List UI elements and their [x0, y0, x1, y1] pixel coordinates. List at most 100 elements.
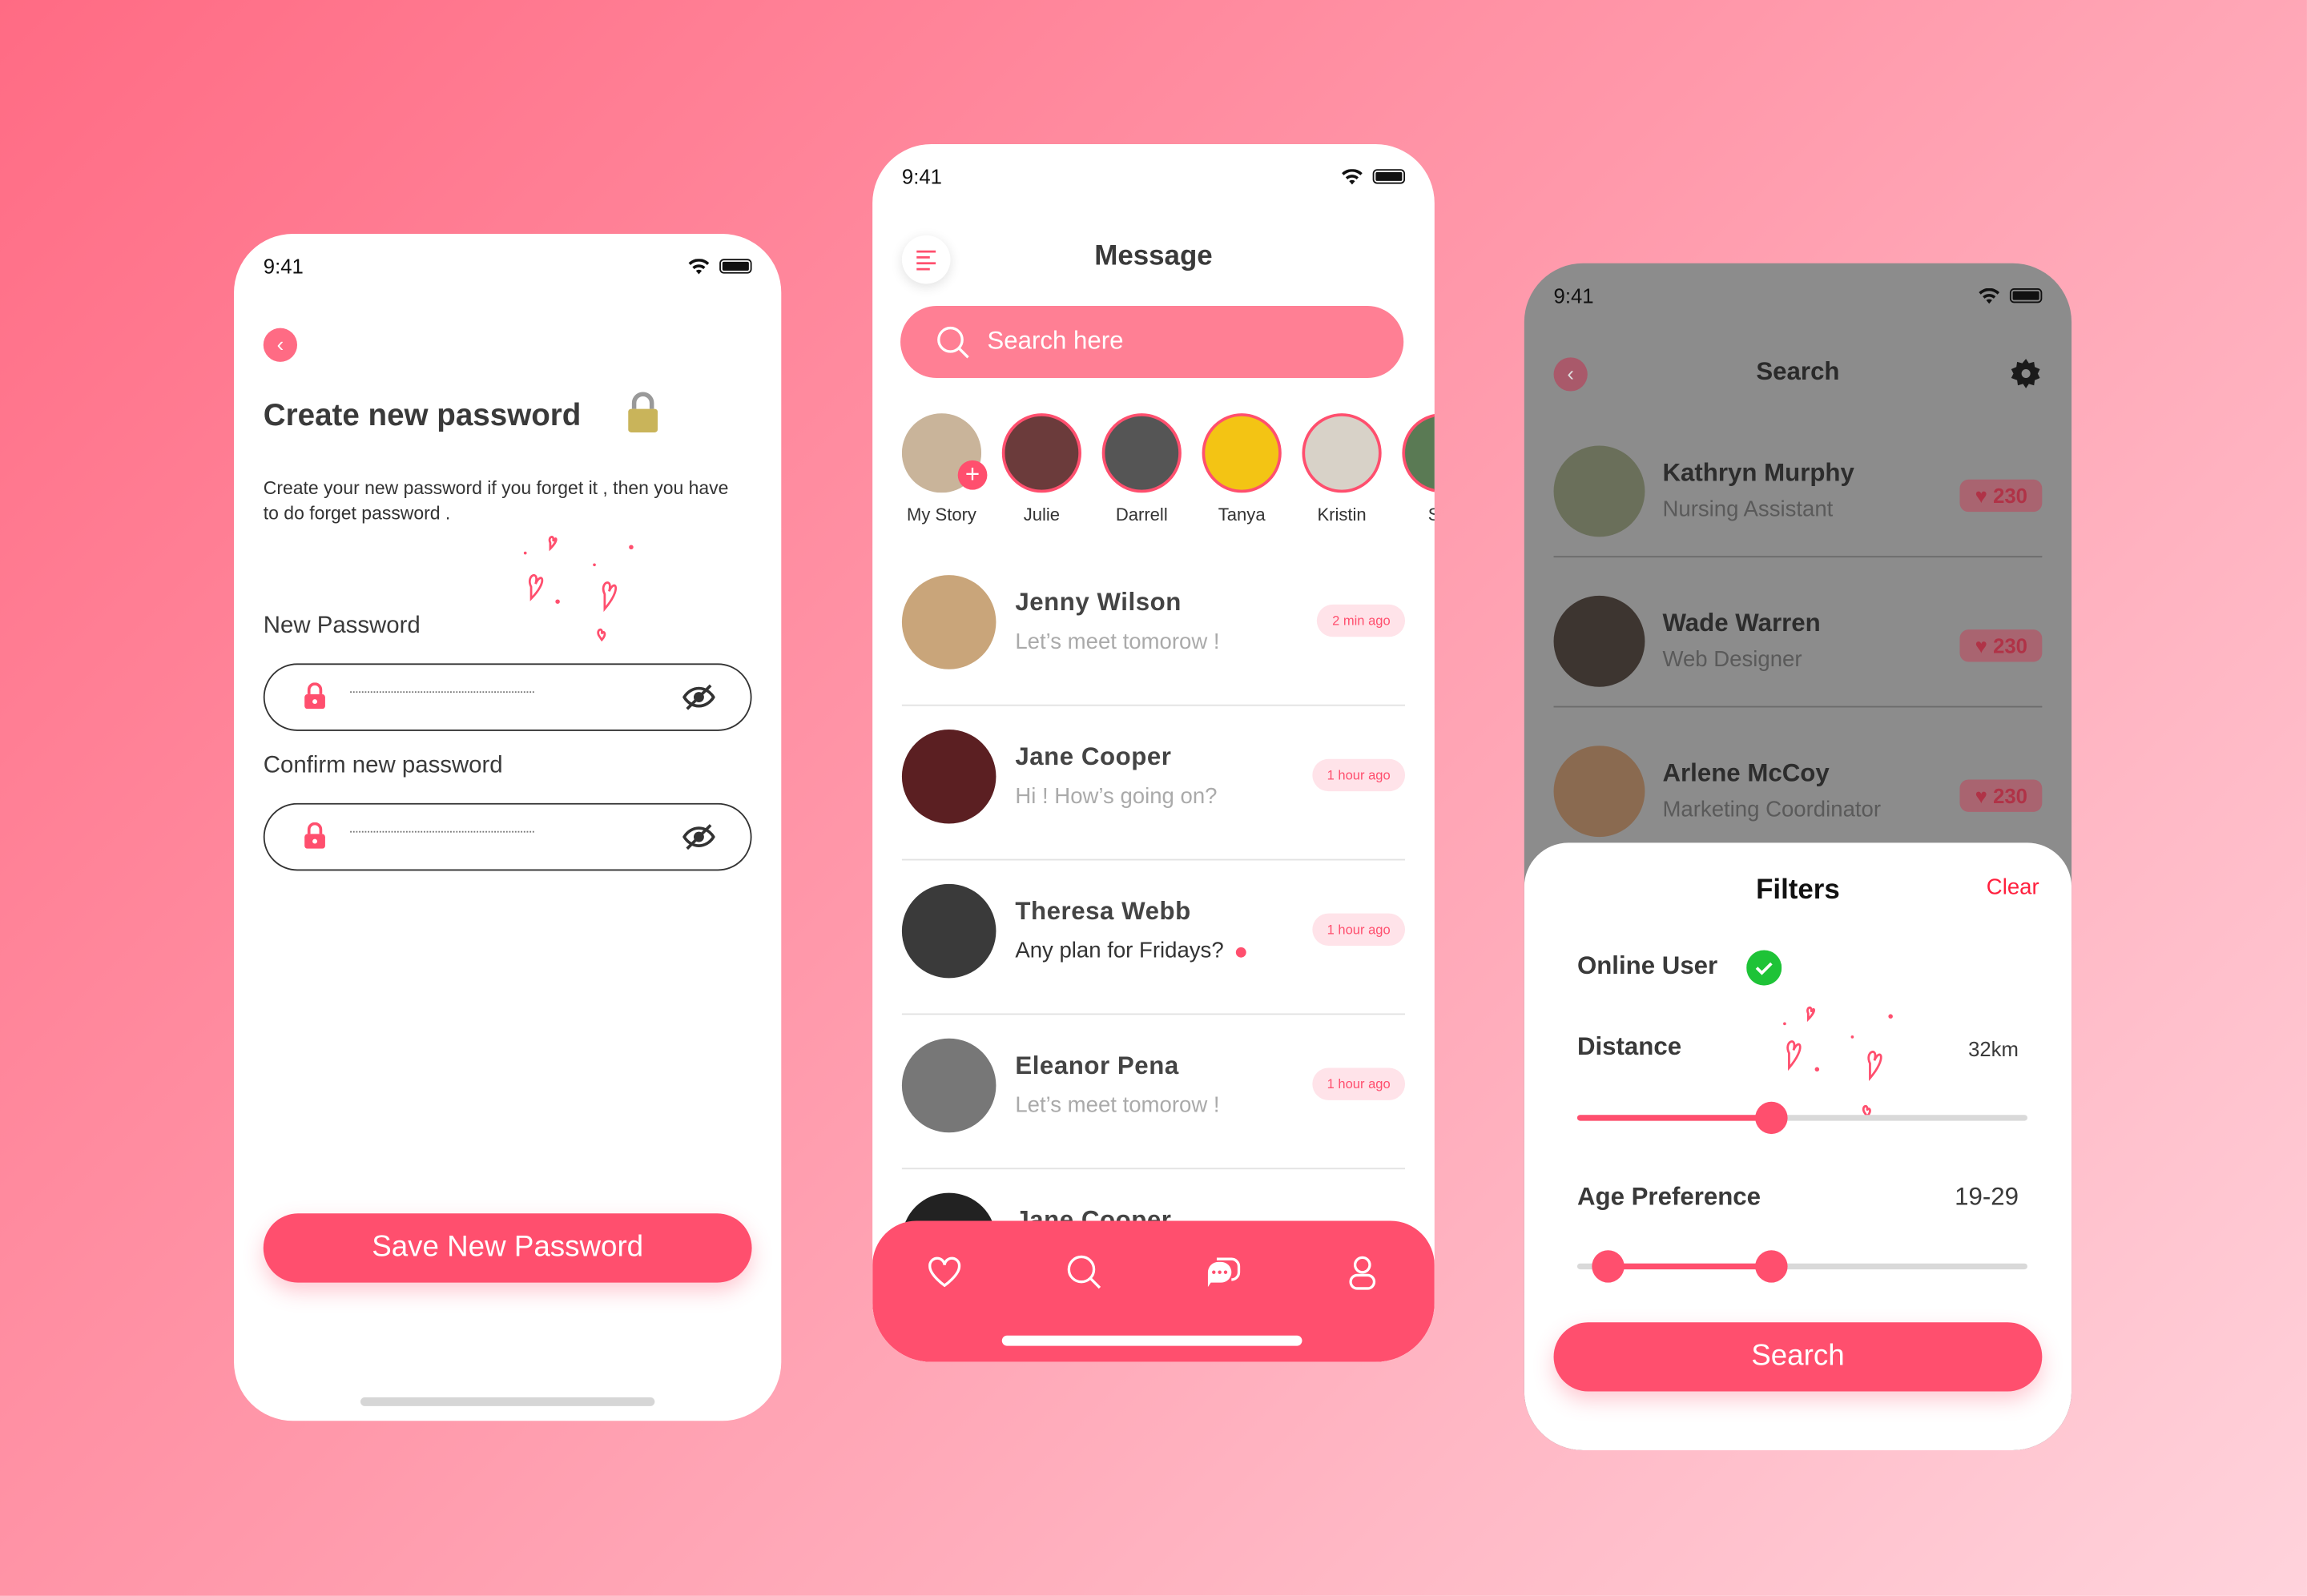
distance-label: Distance [1576, 1032, 1682, 1061]
story-item[interactable]: Julie [999, 413, 1085, 525]
save-new-password-button[interactable]: Save New Password [263, 1213, 752, 1283]
story-avatar [1302, 413, 1382, 493]
message-preview: Let’s meet tomorow ! [1015, 629, 1219, 654]
story-avatar: + [901, 413, 988, 493]
avatar [901, 883, 996, 979]
story-avatar [1202, 413, 1282, 493]
add-story-icon[interactable]: + [957, 460, 988, 490]
person-role: Nursing Assistant [1662, 496, 1834, 523]
battery-icon [2009, 287, 2043, 304]
search-icon[interactable] [1065, 1253, 1104, 1292]
story-item[interactable]: Ser [1399, 413, 1435, 525]
chat-icon[interactable] [1203, 1253, 1242, 1292]
description: Create your new password if you forget i… [263, 477, 729, 524]
time-badge: 2 min ago [1317, 604, 1406, 637]
home-indicator [360, 1397, 655, 1406]
messages-screen: 9:41 Message Search here + My Story Julie D… [872, 143, 1435, 1362]
eye-off-icon[interactable] [682, 682, 715, 712]
heart-icon: ♥ [1975, 484, 1987, 508]
time-badge: 1 hour ago [1312, 913, 1406, 946]
message-text: Let’s meet tomorow ! [1015, 629, 1220, 655]
person-item[interactable]: Kathryn Murphy Nursing Assistant ♥ 230 [1553, 408, 2043, 558]
story-name: Ser [1399, 505, 1435, 525]
search-input[interactable]: Search here [900, 306, 1404, 379]
message-text: Hi ! How’s going on? [1015, 783, 1218, 810]
contact-name: Jenny Wilson [1015, 588, 1182, 617]
story-item[interactable]: Tanya [1199, 413, 1285, 525]
age-slider-fill [1608, 1263, 1771, 1270]
status-time: 9:41 [901, 164, 942, 189]
distance-slider-handle[interactable] [1754, 1101, 1787, 1135]
search-placeholder: Search here [987, 326, 1124, 355]
hearts-decoration-icon [523, 536, 634, 642]
wifi-icon [688, 258, 710, 274]
likes-count: 230 [1993, 633, 2027, 658]
avatar [901, 575, 996, 669]
message-preview: Let’s meet tomorow ! [1015, 1093, 1219, 1118]
message-text: Let’s meet tomorow ! [1015, 1092, 1220, 1118]
likes-count: 230 [1993, 783, 2027, 808]
story-name: Tanya [1218, 504, 1266, 525]
lock-icon [304, 822, 325, 849]
story-avatar [1101, 413, 1182, 493]
story-avatar [1402, 413, 1435, 493]
status-bar: 9:41 [1553, 283, 2043, 308]
message-item[interactable]: Eleanor Pena Let’s meet tomorow ! 1 hour a… [901, 1015, 1406, 1170]
age-slider-min-handle[interactable] [1592, 1250, 1625, 1283]
new-password-field[interactable] [263, 663, 752, 731]
avatar [1553, 595, 1645, 687]
message-item[interactable]: Theresa Webb Any plan for Fridays? 1 hour … [901, 860, 1406, 1015]
person-item[interactable]: Arlene McCoy Marketing Coordinator ♥ 230 [1553, 707, 2043, 858]
message-item[interactable]: Jane Cooper Hi ! How’s going on? 1 hour ag… [901, 706, 1406, 861]
age-preference-label: Age Preference [1576, 1182, 1761, 1211]
time-badge: 1 hour ago [1312, 758, 1406, 792]
clear-button[interactable]: Clear [1987, 875, 2039, 900]
online-user-checkbox[interactable] [1746, 950, 1782, 986]
story-name: Julie [1023, 504, 1061, 525]
wifi-icon [1342, 168, 1363, 184]
padlock-icon [628, 392, 658, 432]
unread-dot [1235, 946, 1246, 957]
person-role: Web Designer [1662, 647, 1802, 673]
battery-icon [1372, 169, 1406, 184]
heart-icon[interactable] [925, 1253, 964, 1292]
age-slider-max-handle[interactable] [1754, 1250, 1787, 1283]
profile-icon[interactable] [1343, 1253, 1382, 1292]
confirm-password-field[interactable] [263, 802, 752, 871]
heart-icon: ♥ [1975, 783, 1987, 808]
distance-slider[interactable] [1576, 1101, 2027, 1135]
home-indicator [1001, 1335, 1302, 1346]
bottom-nav [872, 1220, 1435, 1362]
person-name: Wade Warren [1662, 609, 1821, 637]
password-mask [350, 691, 534, 693]
story-item[interactable]: + My Story [899, 413, 988, 525]
story-name: Darrell [1115, 504, 1168, 525]
message-item[interactable]: Jenny Wilson Let’s meet tomorow ! 2 min ag… [901, 552, 1406, 706]
person-role: Marketing Coordinator [1662, 797, 1882, 822]
person-item[interactable]: Wade Warren Web Designer ♥ 230 [1553, 557, 2043, 708]
search-screen: 9:41 ‹ Search Kathryn Murphy Nursing Assi… [1524, 263, 2072, 1450]
search-button[interactable]: Search [1553, 1322, 2043, 1392]
filters-sheet: Filters Clear Online User Distance 32km … [1524, 842, 2072, 1450]
story-item[interactable]: Darrell [1099, 413, 1185, 525]
status-bar: 9:41 [901, 164, 1406, 189]
confirm-password-label: Confirm new password [263, 753, 503, 778]
status-time: 9:41 [263, 254, 304, 279]
settings-gear-icon[interactable] [2010, 357, 2042, 389]
password-mask [350, 830, 534, 833]
back-button[interactable]: ‹ [263, 328, 298, 362]
distance-value: 32km [1968, 1036, 2019, 1061]
eye-off-icon[interactable] [682, 822, 715, 852]
age-preference-value: 19-29 [1955, 1182, 2019, 1211]
story-item[interactable]: Kristin [1299, 413, 1385, 525]
message-preview: Hi ! How’s going on? [1015, 784, 1217, 809]
heart-icon: ♥ [1975, 633, 1987, 658]
status-time: 9:41 [1553, 283, 1594, 308]
avatar [1553, 445, 1645, 537]
story-name: Kristin [1317, 504, 1367, 525]
page-title: Search [1756, 357, 1840, 386]
new-password-label: New Password [263, 613, 421, 639]
likes-badge: ♥ 230 [1960, 629, 2043, 662]
age-slider[interactable] [1576, 1250, 2027, 1283]
background: 9:41 ‹ Create new password Create your n… [0, 0, 2307, 1596]
